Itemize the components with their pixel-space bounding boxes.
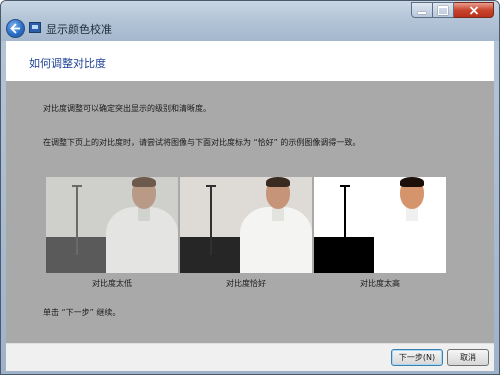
title-bar[interactable]: 显示颜色校准 — [1, 1, 499, 41]
sample-captions: 对比度太低 对比度恰好 对比度太高 — [46, 278, 448, 289]
back-button[interactable] — [6, 19, 25, 38]
back-arrow-icon — [10, 23, 20, 34]
content-area: 对比度调整可以确定突出显示的级别和清晰度。 在调整下页上的对比度时，请尝试将图像… — [6, 81, 494, 343]
caption-high-contrast: 对比度太高 — [360, 279, 400, 288]
caption-buttons — [411, 2, 494, 18]
minimize-icon — [418, 12, 426, 14]
minimize-button[interactable] — [411, 2, 433, 18]
calibration-window: 显示颜色校准 如何调整对比度 对比度调整可以确定突出显示的级别和清晰度。 在调整… — [0, 0, 500, 375]
sample-image-good-contrast — [180, 177, 312, 273]
maximize-button[interactable] — [433, 2, 454, 18]
close-button[interactable] — [454, 2, 494, 18]
header-band: 如何调整对比度 — [6, 41, 494, 82]
cancel-button[interactable]: 取消 — [447, 349, 489, 366]
footer-bar: 下一步(N) 取消 — [6, 343, 494, 371]
sample-image-high-contrast — [314, 177, 446, 273]
close-icon — [469, 5, 478, 15]
sample-images — [46, 177, 448, 273]
window-title: 显示颜色校准 — [46, 23, 112, 36]
display-icon — [29, 22, 41, 33]
caption-low-contrast: 对比度太低 — [92, 279, 132, 288]
maximize-icon — [438, 5, 448, 15]
sample-image-low-contrast — [46, 177, 178, 273]
caption-good-contrast: 对比度恰好 — [226, 279, 266, 288]
page-title: 如何调整对比度 — [29, 57, 106, 70]
instruction-text: 在调整下页上的对比度时，请尝试将图像与下面对比度标为 “恰好” 的示例图像调得一… — [43, 138, 361, 147]
next-button[interactable]: 下一步(N) — [391, 349, 443, 366]
continue-hint: 单击 “下一步” 继续。 — [43, 308, 121, 317]
description-text: 对比度调整可以确定突出显示的级别和清晰度。 — [43, 104, 211, 113]
